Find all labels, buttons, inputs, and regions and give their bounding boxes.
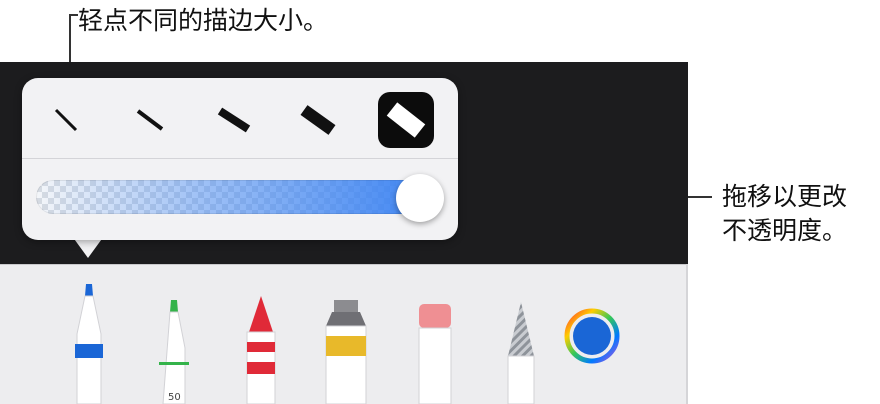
opacity-slider-thumb[interactable] xyxy=(396,174,444,222)
crayon-tool[interactable] xyxy=(240,294,282,404)
stroke-size-callout: 轻点不同的描边大小。 xyxy=(78,6,329,35)
monoline-size-label: 50 xyxy=(168,392,181,403)
opacity-callout: 拖移以更改 不透明度。 xyxy=(722,180,847,248)
eraser-tool[interactable] xyxy=(414,304,456,404)
thickest-stroke-icon xyxy=(386,102,426,138)
color-picker-button[interactable] xyxy=(564,308,620,364)
tool-palette-edge xyxy=(686,264,688,404)
stroke-callout-tick xyxy=(69,14,78,16)
light-stroke-icon xyxy=(136,109,164,131)
medium-stroke-icon xyxy=(217,107,251,133)
pen-icon xyxy=(75,284,103,404)
stroke-size-option-2[interactable] xyxy=(122,92,178,148)
pencil-tool[interactable] xyxy=(500,300,542,404)
stroke-size-option-4[interactable] xyxy=(290,92,346,148)
opacity-callout-line2: 不透明度。 xyxy=(722,216,848,245)
crayon-icon xyxy=(246,296,276,404)
paint-tube-icon xyxy=(325,300,367,404)
color-wheel-icon xyxy=(564,308,620,364)
paint-tube-tool[interactable] xyxy=(322,296,370,404)
opacity-slider-track[interactable] xyxy=(36,180,442,214)
thin-stroke-icon xyxy=(54,108,78,132)
stroke-options-popover xyxy=(22,78,458,240)
monoline-tool[interactable] xyxy=(154,298,194,404)
opacity-callout-line1: 拖移以更改 xyxy=(722,182,848,211)
monoline-icon xyxy=(159,300,189,404)
popover-divider xyxy=(22,158,458,159)
stroke-size-option-3[interactable] xyxy=(206,92,262,148)
eraser-icon xyxy=(418,304,452,404)
pen-tool[interactable] xyxy=(68,280,110,404)
pencil-icon xyxy=(507,302,535,404)
stroke-size-option-1[interactable] xyxy=(38,92,94,148)
stroke-size-option-5[interactable] xyxy=(378,92,434,148)
thick-stroke-icon xyxy=(300,105,336,135)
